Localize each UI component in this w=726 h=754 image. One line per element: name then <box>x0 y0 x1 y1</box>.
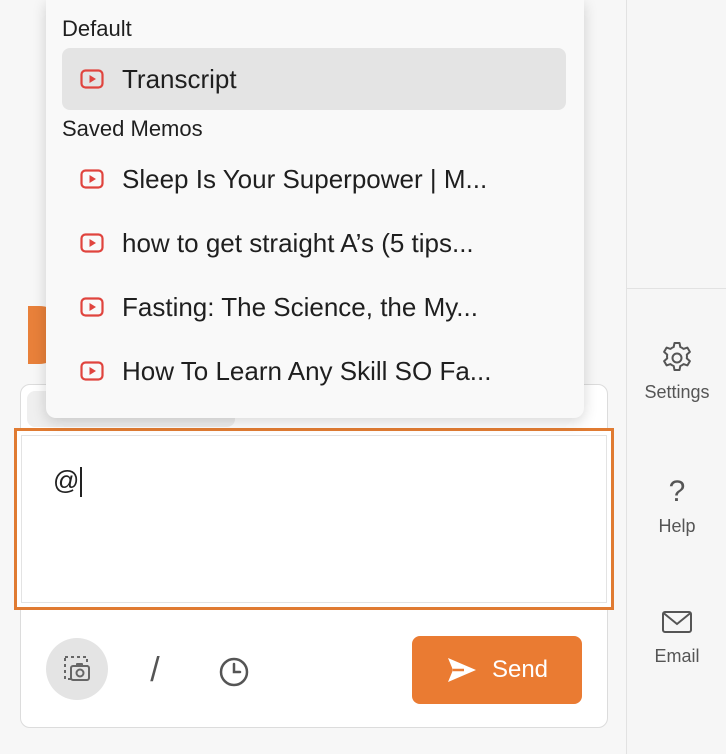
slash-command-button[interactable]: / <box>140 648 170 692</box>
dropdown-item-memo[interactable]: Sleep Is Your Superpower | M... <box>62 148 566 210</box>
send-button-label: Send <box>491 656 549 683</box>
sidebar-divider <box>627 288 726 289</box>
message-input-value: @ <box>53 465 80 495</box>
dropdown-item-label: Transcript <box>122 63 237 94</box>
dropdown-item-transcript[interactable]: Transcript <box>62 48 566 110</box>
youtube-icon <box>80 361 104 381</box>
sidebar-item-settings[interactable]: Settings <box>627 340 726 403</box>
dropdown-item-label: how to get straight A’s (5 tips... <box>122 227 474 258</box>
send-button[interactable]: Send <box>412 636 582 704</box>
question-icon: ? <box>668 475 686 508</box>
youtube-icon <box>80 169 104 189</box>
screenshot-button[interactable] <box>46 638 108 700</box>
gear-icon <box>663 342 691 371</box>
youtube-icon <box>80 69 104 89</box>
dropdown-item-memo[interactable]: How To Learn Any Skill SO Fa... <box>62 340 566 402</box>
saved-memos-heading: Saved Memos <box>62 116 203 141</box>
message-input-inner <box>21 435 607 603</box>
youtube-icon <box>80 297 104 317</box>
youtube-icon <box>80 233 104 253</box>
clock-icon <box>219 657 249 687</box>
email-label: Email <box>654 646 700 666</box>
screenshot-icon <box>64 656 90 681</box>
right-sidebar: Settings ? Help Email <box>626 0 726 754</box>
mention-dropdown: Default Transcript Saved Memos Sleep Is … <box>46 0 584 418</box>
input-caret <box>80 467 83 498</box>
dropdown-item-memo[interactable]: how to get straight A’s (5 tips... <box>62 212 566 274</box>
settings-label: Settings <box>644 382 710 402</box>
message-input[interactable]: @ <box>14 428 614 610</box>
chat-area: @ / Send Default Transcript Saved Memos … <box>0 0 626 754</box>
dropdown-item-label: Sleep Is Your Superpower | M... <box>122 163 488 194</box>
message-input-text: @ <box>53 465 83 498</box>
mail-icon <box>662 611 692 633</box>
sidebar-item-email[interactable]: Email <box>627 604 726 667</box>
default-heading: Default <box>62 16 132 41</box>
send-icon <box>447 658 476 682</box>
dropdown-item-memo[interactable]: Fasting: The Science, the My... <box>62 276 566 338</box>
history-button[interactable] <box>214 652 254 692</box>
help-label: Help <box>658 516 696 536</box>
dropdown-item-label: How To Learn Any Skill SO Fa... <box>122 355 492 386</box>
sidebar-item-help[interactable]: ? Help <box>627 474 726 537</box>
dropdown-item-label: Fasting: The Science, the My... <box>122 291 478 322</box>
